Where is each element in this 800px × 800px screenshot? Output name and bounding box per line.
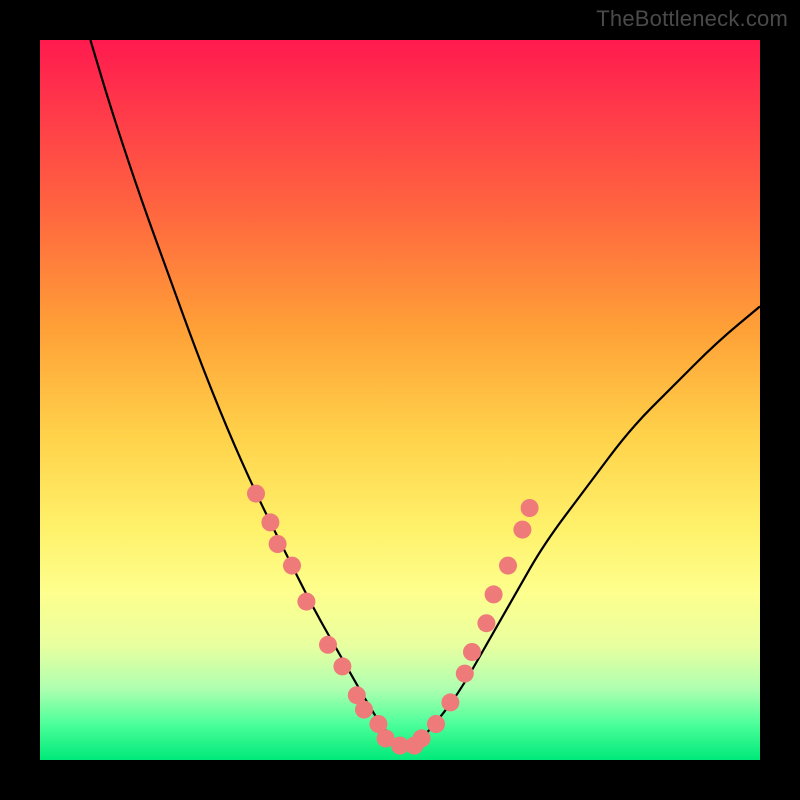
data-point — [499, 557, 517, 575]
data-markers — [247, 485, 539, 755]
data-point — [441, 693, 459, 711]
data-point — [283, 557, 301, 575]
data-point — [355, 701, 373, 719]
data-point — [521, 499, 539, 517]
data-point — [261, 513, 279, 531]
data-point — [485, 585, 503, 603]
data-point — [477, 614, 495, 632]
data-point — [333, 657, 351, 675]
data-point — [413, 729, 431, 747]
data-point — [456, 665, 474, 683]
data-point — [427, 715, 445, 733]
chart-frame: TheBottleneck.com — [0, 0, 800, 800]
data-point — [319, 636, 337, 654]
data-point — [297, 593, 315, 611]
data-point — [513, 521, 531, 539]
data-point — [247, 485, 265, 503]
attribution-text: TheBottleneck.com — [596, 6, 788, 32]
bottleneck-curve — [90, 40, 760, 746]
data-point — [463, 643, 481, 661]
chart-svg — [40, 40, 760, 760]
data-point — [269, 535, 287, 553]
chart-plot-area — [40, 40, 760, 760]
